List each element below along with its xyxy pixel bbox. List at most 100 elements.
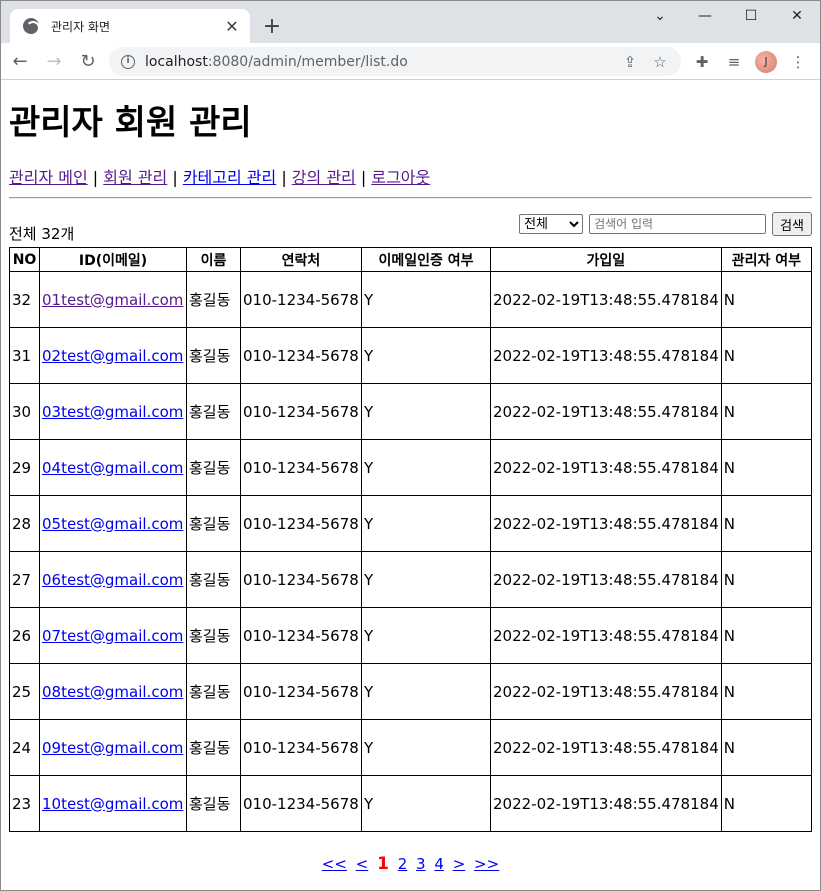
email-link[interactable]: 10test@gmail.com <box>42 795 183 813</box>
table-row: 24 09test@gmail.com 홍길동 010-1234-5678 Y … <box>9 719 813 776</box>
cell-email-auth: Y <box>361 271 491 328</box>
email-link[interactable]: 06test@gmail.com <box>42 571 183 589</box>
col-header-admin: 관리자 여부 <box>720 247 813 272</box>
cell-phone: 010-1234-5678 <box>240 663 362 720</box>
cell-admin: N <box>720 439 813 496</box>
email-link[interactable]: 05test@gmail.com <box>42 515 183 533</box>
bookmark-star-icon[interactable]: ☆ <box>645 53 675 71</box>
pager-first[interactable]: << <box>322 855 347 873</box>
share-icon[interactable]: ⇪ <box>615 53 645 71</box>
search-type-select[interactable]: 전체 <box>519 214 584 234</box>
menu-separator: | <box>360 168 367 187</box>
tab-search-chevron-icon[interactable]: ⌄ <box>638 1 682 31</box>
email-link[interactable]: 04test@gmail.com <box>42 459 183 477</box>
menu-admin-main[interactable]: 관리자 메인 <box>9 168 88 187</box>
menu-course-manage[interactable]: 강의 관리 <box>292 168 356 187</box>
cell-reg-date: 2022-02-19T13:48:55.478184 <box>490 439 722 496</box>
cell-name: 홍길동 <box>186 271 241 328</box>
email-link[interactable]: 07test@gmail.com <box>42 627 183 645</box>
menu-separator: | <box>92 168 99 187</box>
cell-no: 32 <box>9 271 40 328</box>
total-count: 전체 32개 <box>9 225 75 243</box>
profile-button[interactable]: J <box>750 50 782 73</box>
menu-category-manage[interactable]: 카테고리 관리 <box>183 168 276 187</box>
maximize-button[interactable]: ☐ <box>728 1 774 31</box>
media-queue-icon[interactable]: ≡ <box>718 53 750 71</box>
menu-separator: | <box>172 168 178 187</box>
pager-next[interactable]: > <box>453 855 466 873</box>
cell-no: 25 <box>9 663 40 720</box>
email-link[interactable]: 09test@gmail.com <box>42 739 183 757</box>
cell-admin: N <box>720 551 813 608</box>
cell-reg-date: 2022-02-19T13:48:55.478184 <box>490 775 722 832</box>
pager-page-2[interactable]: 2 <box>398 855 408 873</box>
cell-email: 04test@gmail.com <box>39 439 187 496</box>
site-info-icon[interactable]: i <box>121 54 135 69</box>
reload-button[interactable]: ↻ <box>73 46 103 76</box>
cell-name: 홍길동 <box>186 775 241 832</box>
cell-reg-date: 2022-02-19T13:48:55.478184 <box>490 383 722 440</box>
pager-current-page: 1 <box>377 854 389 874</box>
close-tab-icon[interactable]: ✕ <box>220 14 244 38</box>
url-host: localhost <box>145 53 208 70</box>
forward-button[interactable]: → <box>39 46 69 76</box>
cell-no: 30 <box>9 383 40 440</box>
email-link[interactable]: 03test@gmail.com <box>42 403 183 421</box>
cell-email-auth: Y <box>361 663 491 720</box>
pager-page-4[interactable]: 4 <box>434 855 444 873</box>
cell-email-auth: Y <box>361 551 491 608</box>
cell-admin: N <box>720 271 813 328</box>
email-link[interactable]: 01test@gmail.com <box>42 291 183 309</box>
browser-tab[interactable]: 관리자 화면 ✕ <box>10 9 250 43</box>
cell-reg-date: 2022-02-19T13:48:55.478184 <box>490 719 722 776</box>
cell-email-auth: Y <box>361 775 491 832</box>
list-toolbar: 전체 32개 전체 검색 <box>9 212 812 244</box>
table-row: 29 04test@gmail.com 홍길동 010-1234-5678 Y … <box>9 439 813 496</box>
cell-no: 28 <box>9 495 40 552</box>
menu-member-manage[interactable]: 회원 관리 <box>103 168 167 187</box>
cell-admin: N <box>720 663 813 720</box>
browser-toolbar: ← → ↻ i localhost:8080/admin/member/list… <box>1 43 820 80</box>
globe-icon <box>23 18 40 35</box>
close-window-button[interactable]: ✕ <box>774 1 820 31</box>
address-bar[interactable]: i localhost:8080/admin/member/list.do ⇪ … <box>109 47 681 76</box>
cell-reg-date: 2022-02-19T13:48:55.478184 <box>490 271 722 328</box>
email-link[interactable]: 02test@gmail.com <box>42 347 183 365</box>
toolbar-actions: ✚ ≡ J ⋮ <box>686 47 814 76</box>
table-row: 32 01test@gmail.com 홍길동 010-1234-5678 Y … <box>9 271 813 328</box>
url-text[interactable]: localhost:8080/admin/member/list.do <box>145 54 408 70</box>
minimize-button[interactable]: — <box>682 1 728 31</box>
cell-phone: 010-1234-5678 <box>240 327 362 384</box>
cell-email: 03test@gmail.com <box>39 383 187 440</box>
cell-phone: 010-1234-5678 <box>240 551 362 608</box>
pager-last[interactable]: >> <box>474 855 499 873</box>
table-row: 30 03test@gmail.com 홍길동 010-1234-5678 Y … <box>9 383 813 440</box>
search-button[interactable]: 검색 <box>772 212 812 236</box>
cell-name: 홍길동 <box>186 439 241 496</box>
cell-reg-date: 2022-02-19T13:48:55.478184 <box>490 327 722 384</box>
menu-logout[interactable]: 로그아웃 <box>371 168 430 187</box>
email-link[interactable]: 08test@gmail.com <box>42 683 183 701</box>
admin-menu: 관리자 메인 | 회원 관리 | 카테고리 관리 | 강의 관리 | 로그아웃 <box>9 167 812 189</box>
cell-name: 홍길동 <box>186 495 241 552</box>
page-title: 관리자 회원 관리 <box>9 103 252 143</box>
search-input[interactable] <box>589 214 767 234</box>
more-menu-icon[interactable]: ⋮ <box>782 53 814 71</box>
table-row: 25 08test@gmail.com 홍길동 010-1234-5678 Y … <box>9 663 813 720</box>
new-tab-button[interactable]: + <box>259 14 285 40</box>
extensions-puzzle-icon[interactable]: ✚ <box>686 53 718 71</box>
table-row: 26 07test@gmail.com 홍길동 010-1234-5678 Y … <box>9 607 813 664</box>
pager-page-3[interactable]: 3 <box>416 855 426 873</box>
cell-email: 02test@gmail.com <box>39 327 187 384</box>
cell-name: 홍길동 <box>186 551 241 608</box>
cell-no: 23 <box>9 775 40 832</box>
pager-prev[interactable]: < <box>356 855 369 873</box>
cell-admin: N <box>720 383 813 440</box>
cell-admin: N <box>720 607 813 664</box>
omnibox-actions: ⇪ ☆ <box>615 47 675 76</box>
back-button[interactable]: ← <box>5 46 35 76</box>
cell-email-auth: Y <box>361 327 491 384</box>
cell-name: 홍길동 <box>186 663 241 720</box>
cell-admin: N <box>720 327 813 384</box>
cell-no: 27 <box>9 551 40 608</box>
